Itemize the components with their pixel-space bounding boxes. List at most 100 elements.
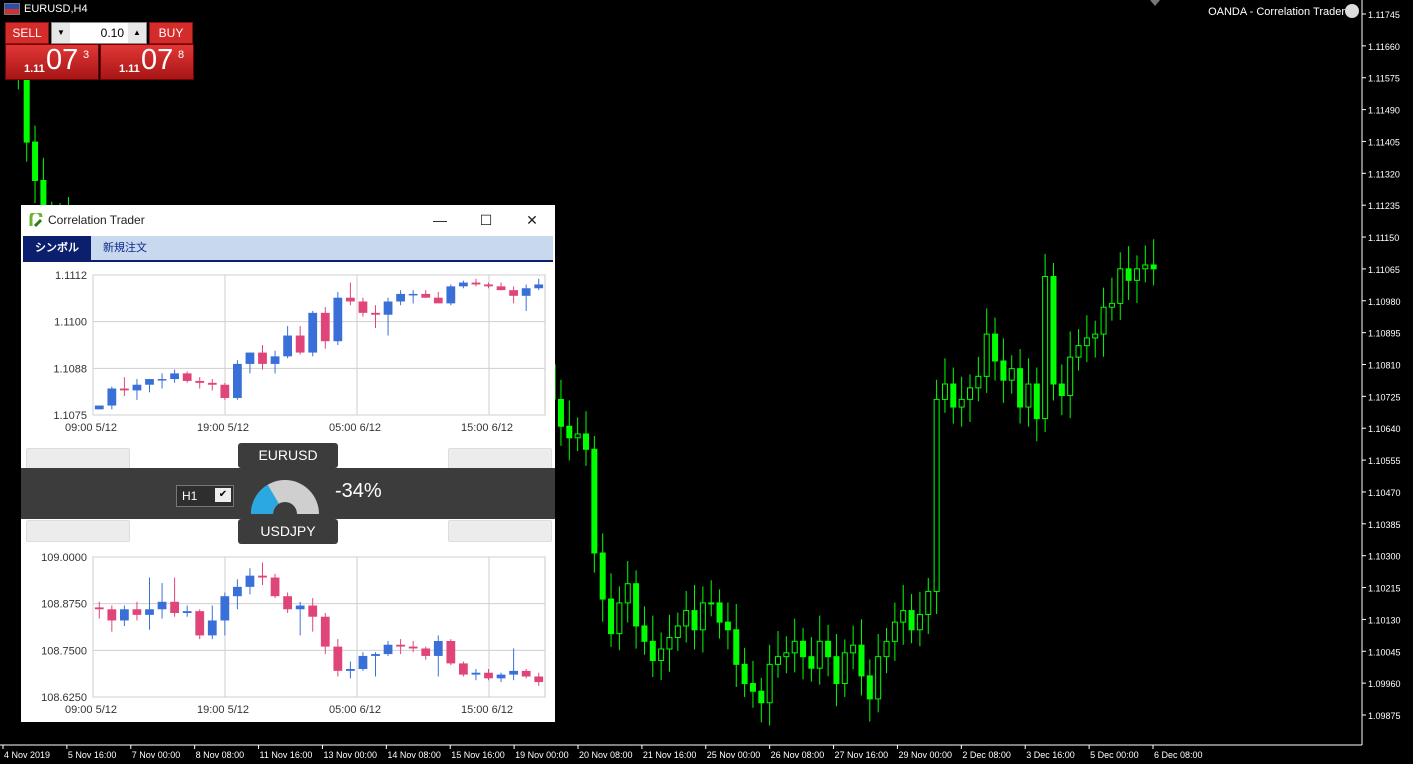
symbol-a-label[interactable]: EURUSD [238, 443, 338, 468]
price-tick-label: 1.10130 [1368, 615, 1401, 625]
maximize-icon[interactable]: ☐ [463, 205, 509, 235]
buy-price-pips: 07 [141, 44, 174, 76]
usdjpy-mini-chart[interactable]: 109.0000 108.8750 108.7500 108.625009:00 5/… [21, 545, 555, 720]
mini-candle-body [320, 312, 330, 342]
time-tick-label: 14 Nov 08:00 [387, 750, 441, 760]
mini-candle-body [245, 352, 255, 364]
candle [875, 634, 882, 713]
sell-price-button[interactable]: 1.11 07 3 [5, 44, 99, 80]
price-tick-label: 1.11405 [1368, 137, 1400, 147]
lot-size-value[interactable]: 0.10 [101, 26, 124, 40]
tab-symbol[interactable]: シンボル [23, 236, 91, 260]
mini-candle-body [308, 312, 318, 353]
candle-body [891, 621, 898, 642]
candle [641, 606, 648, 655]
mini-candle-body [119, 609, 129, 621]
mini-candle-body [333, 297, 343, 342]
mini-candle-body [270, 356, 280, 364]
candle-body [591, 448, 598, 554]
lot-increase-icon[interactable]: ▲ [128, 23, 146, 43]
candle [866, 659, 873, 722]
minimize-icon[interactable]: — [417, 205, 463, 235]
chevron-down-icon[interactable]: ✔ [215, 488, 231, 502]
candle-body [566, 425, 573, 439]
candle [983, 308, 990, 393]
mini-candle-body [484, 672, 493, 679]
candle [841, 639, 848, 697]
candle-body [1150, 264, 1157, 270]
candle-body [1025, 383, 1032, 408]
buy-price-button[interactable]: 1.11 07 8 [100, 44, 194, 80]
y-tick-label: 1.1075 [53, 410, 87, 422]
oanda-logo-icon [29, 213, 43, 227]
time-tick-label: 11 Nov 16:00 [260, 750, 313, 760]
candle [800, 627, 807, 680]
mini-candle-body [421, 293, 431, 298]
buy-button[interactable]: BUY [149, 22, 193, 44]
candle-body [858, 644, 865, 677]
lot-decrease-icon[interactable]: ▼ [52, 23, 70, 43]
price-tick-label: 1.11745 [1368, 10, 1400, 20]
candle [908, 594, 915, 644]
expert-smiley-icon [1345, 4, 1359, 18]
candle-body [1050, 275, 1057, 385]
candle-body [1100, 306, 1107, 335]
candle [975, 356, 982, 402]
mini-candle-body [371, 312, 380, 315]
candle-body [699, 602, 706, 631]
mini-candle-body [295, 335, 305, 353]
time-tick-label: 3 Dec 16:00 [1026, 750, 1075, 760]
plot-area [92, 274, 546, 416]
mini-candle-body [258, 352, 267, 364]
price-tick-label: 1.10980 [1368, 297, 1401, 307]
candle-body [791, 640, 798, 654]
x-tick-label: 15:00 6/12 [461, 704, 513, 716]
candle [699, 586, 706, 653]
candle-body [716, 602, 723, 623]
candle-body [1133, 268, 1140, 281]
mini-candle-body [433, 641, 443, 656]
mini-candle [333, 292, 343, 345]
mini-candle-body [396, 644, 406, 647]
candle-body [933, 398, 940, 592]
candle-body [616, 602, 623, 635]
symbol-b-label[interactable]: USDJPY [238, 519, 338, 544]
mini-candle-body [182, 373, 192, 381]
mini-candle [220, 382, 230, 400]
candle [816, 615, 823, 685]
tab-new-order[interactable]: 新規注文 [91, 236, 159, 260]
candle [624, 561, 631, 623]
right-action-button-bottom[interactable] [448, 520, 552, 542]
x-tick-label: 05:00 6/12 [329, 422, 381, 434]
candle-body [608, 598, 615, 635]
price-tick-label: 1.11235 [1368, 201, 1400, 211]
candle-body [658, 648, 665, 662]
mini-candle-body [383, 301, 393, 315]
candle-body [800, 640, 807, 658]
candle-body [1092, 333, 1099, 339]
timeframe-select[interactable]: H1 ✔ [176, 485, 234, 507]
right-action-button-top[interactable] [448, 448, 552, 470]
candle [608, 573, 615, 648]
left-action-button-top[interactable] [26, 448, 130, 470]
eurusd-flag-icon [4, 3, 20, 15]
candle [1092, 320, 1099, 358]
eurusd-mini-chart[interactable]: 1.1112 1.1100 1.1088 1.107509:00 5/12 19:00 … [21, 263, 555, 438]
mini-candle-body [283, 335, 293, 357]
candle [749, 660, 756, 708]
close-icon[interactable]: ✕ [509, 205, 555, 235]
left-action-button-bottom[interactable] [26, 520, 130, 542]
chart-title: EURUSD,H4 [4, 3, 88, 15]
mini-candle-body [308, 605, 318, 617]
candle [925, 577, 932, 635]
sell-button[interactable]: SELL [5, 22, 49, 44]
candle [599, 533, 606, 622]
candle-body [23, 72, 30, 143]
candle-body [624, 583, 631, 604]
candle [1150, 239, 1157, 286]
time-tick-label: 15 Nov 16:00 [451, 750, 505, 760]
lot-size-input[interactable]: ▼ 0.10 ▲ [51, 22, 147, 44]
candle [808, 637, 815, 682]
candle [1075, 329, 1082, 371]
candle [1108, 277, 1115, 321]
